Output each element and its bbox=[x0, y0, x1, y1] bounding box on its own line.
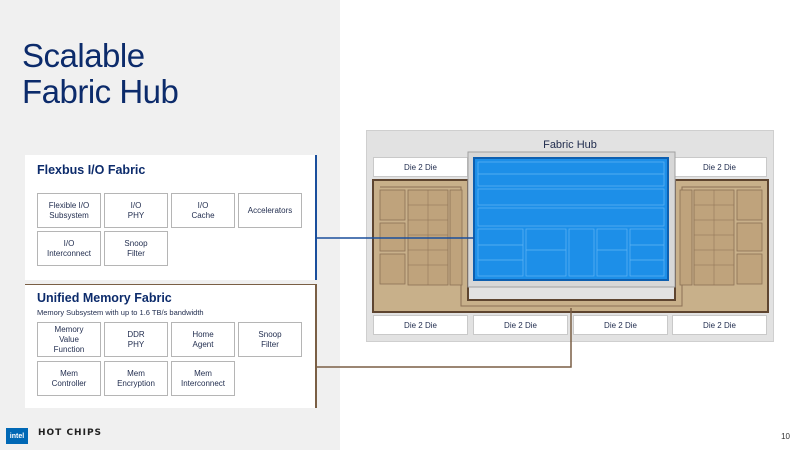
hot-chips-logo: HOT CHIPS bbox=[38, 428, 103, 438]
page-number: 10 bbox=[781, 432, 790, 441]
die-floorplan-art bbox=[317, 151, 769, 368]
intel-logo: intel bbox=[6, 428, 28, 444]
